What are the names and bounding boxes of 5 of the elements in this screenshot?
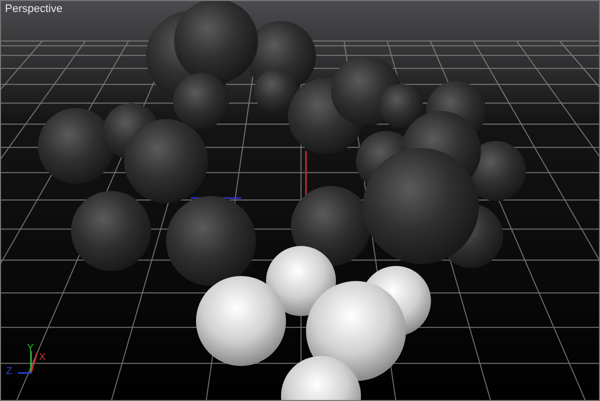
viewport-label[interactable]: Perspective — [5, 3, 62, 15]
z-axis-label: Z — [6, 366, 12, 377]
y-axis-label: Y — [27, 343, 34, 354]
axis-gizmo-icon — [18, 351, 38, 374]
x-axis-label: X — [39, 352, 46, 363]
